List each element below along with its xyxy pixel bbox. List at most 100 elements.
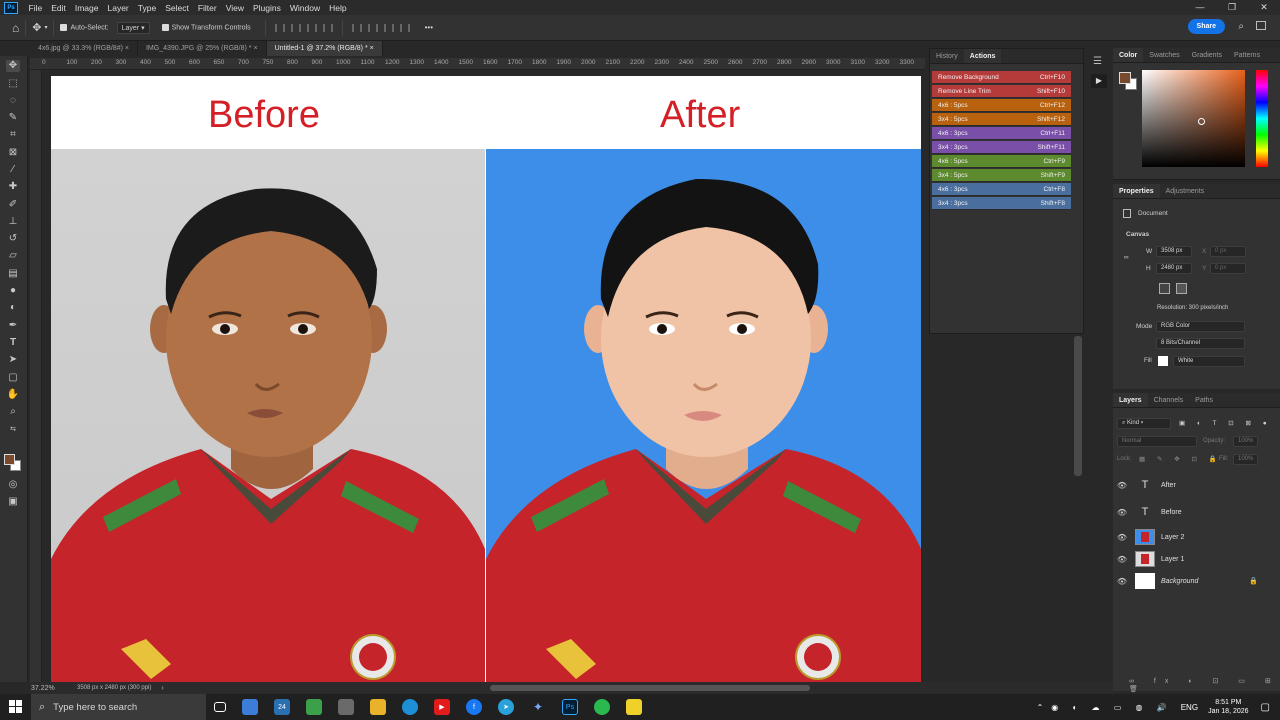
align-middle-icon[interactable] <box>367 23 378 32</box>
close-button[interactable]: ✕ <box>1248 0 1280 15</box>
minimize-button[interactable]: — <box>1184 0 1216 15</box>
windows-start-icon[interactable] <box>9 700 22 713</box>
weather-icon[interactable]: 24 <box>274 699 290 715</box>
photoshop-logo-icon[interactable]: Ps <box>4 1 18 14</box>
height-field[interactable]: 2480 px <box>1156 263 1192 274</box>
hand-tool-icon[interactable]: ✋ <box>6 389 20 401</box>
layer-row-after[interactable]: 👁 T After <box>1113 474 1280 496</box>
store-icon[interactable] <box>242 699 258 715</box>
tab-layers[interactable]: Layers <box>1113 393 1148 407</box>
telegram-icon[interactable]: ➤ <box>498 699 514 715</box>
history-brush-tool-icon[interactable]: ↺ <box>6 233 20 245</box>
zoom-tool-icon[interactable]: ⌕ <box>6 406 20 418</box>
search-icon[interactable]: ⌕ <box>1238 21 1244 32</box>
document-canvas[interactable]: Before After <box>51 76 921 682</box>
color-picker-cursor[interactable] <box>1198 118 1205 125</box>
menu-plugins[interactable]: Plugins <box>248 3 285 13</box>
sticky-notes-icon[interactable] <box>626 699 642 715</box>
app-green-icon[interactable] <box>306 699 322 715</box>
lock-icons[interactable]: ▦ ✎ ✥ ⊡ 🔒 <box>1139 455 1222 463</box>
home-icon[interactable]: ⌂ <box>12 21 19 35</box>
action-item[interactable]: Remove Background Ctrl+F10 <box>932 71 1071 84</box>
calculator-icon[interactable] <box>338 699 354 715</box>
align-top-icon[interactable] <box>351 23 362 32</box>
close-icon[interactable]: × <box>253 45 257 52</box>
action-item[interactable]: Remove Line Trim Shift+F10 <box>932 85 1071 98</box>
pen-tool-icon[interactable]: ✒ <box>6 320 20 332</box>
task-view-icon[interactable] <box>214 702 226 712</box>
tab-swatches[interactable]: Swatches <box>1143 48 1185 62</box>
app-phone-icon[interactable] <box>594 699 610 715</box>
visibility-eye-icon[interactable]: 👁 <box>1113 555 1131 564</box>
taskbar-search-input[interactable]: ⌕ Type here to search <box>31 694 206 720</box>
history-icon[interactable]: ☰ <box>1093 56 1102 67</box>
close-icon[interactable]: × <box>370 45 374 52</box>
menu-help[interactable]: Help <box>325 3 351 13</box>
link-icon[interactable]: ∞ <box>1124 254 1129 261</box>
fill-field[interactable]: 100% <box>1233 454 1258 465</box>
blend-mode-dropdown[interactable]: Normal <box>1117 436 1197 447</box>
canvas-scrollbar[interactable] <box>1074 336 1082 476</box>
align-center-icon[interactable] <box>290 23 301 32</box>
action-item[interactable]: 4x6 : 3pcs Ctrl+F11 <box>932 127 1071 140</box>
language-indicator[interactable]: ENG <box>1181 703 1198 712</box>
notification-icon[interactable]: ▢ <box>1261 702 1270 713</box>
tray-chevron-icon[interactable]: ⌃ <box>1037 703 1044 712</box>
menu-select[interactable]: Select <box>161 3 194 13</box>
play-icon[interactable]: ▶ <box>1091 74 1107 88</box>
layer-row-layer-2[interactable]: 👁 Layer 2 <box>1113 526 1280 548</box>
auto-select-checkbox[interactable]: Auto-Select: <box>60 23 109 31</box>
tab-actions[interactable]: Actions <box>963 49 1002 63</box>
menu-image[interactable]: Image <box>70 3 103 13</box>
menu-layer[interactable]: Layer <box>103 3 133 13</box>
align-left-icon[interactable] <box>274 23 285 32</box>
tray-icons[interactable]: ◉ ◐ ☁ ▭ ◍ 🔊 <box>1051 703 1172 712</box>
tab-channels[interactable]: Channels <box>1148 393 1190 407</box>
restore-button[interactable]: ❐ <box>1216 0 1248 15</box>
distribute-vertical-icon[interactable] <box>399 23 410 32</box>
tab-patterns[interactable]: Patterns <box>1228 48 1266 62</box>
quick-select-tool-icon[interactable]: ✎ <box>6 112 20 124</box>
color-fg-swatch[interactable] <box>1119 72 1131 84</box>
crop-tool-icon[interactable]: ⌗ <box>6 129 20 141</box>
facebook-icon[interactable]: f <box>466 699 482 715</box>
screen-mode-icon[interactable]: ▣ <box>6 496 20 508</box>
visibility-eye-icon[interactable]: 👁 <box>1113 577 1131 586</box>
workspace-icon[interactable] <box>1256 21 1266 30</box>
close-icon[interactable]: × <box>125 45 129 52</box>
eyedropper-tool-icon[interactable]: ⁄ <box>6 164 20 176</box>
visibility-eye-icon[interactable]: 👁 <box>1113 481 1131 490</box>
canvas-section-label[interactable]: Canvas <box>1126 231 1149 238</box>
tab-properties[interactable]: Properties <box>1113 184 1160 198</box>
hue-slider[interactable] <box>1256 70 1268 167</box>
menu-edit[interactable]: Edit <box>47 3 71 13</box>
horizontal-scrollbar[interactable] <box>490 685 810 691</box>
shape-tool-icon[interactable]: ▢ <box>6 372 20 384</box>
youtube-icon[interactable]: ▶ <box>434 699 450 715</box>
landscape-orientation-button[interactable] <box>1176 283 1187 294</box>
tab-adjustments[interactable]: Adjustments <box>1160 184 1211 198</box>
layer-row-background[interactable]: 👁 Background 🔒 <box>1113 570 1280 592</box>
gemini-icon[interactable]: ✦ <box>530 699 546 715</box>
y-field[interactable]: 0 px <box>1210 263 1246 274</box>
tab-img-4390[interactable]: IMG_4390.JPG @ 25% (RGB/8) * × <box>138 41 267 56</box>
action-item[interactable]: 3x4 : 5pcs Shift+F12 <box>932 113 1071 126</box>
menu-window[interactable]: Window <box>285 3 324 13</box>
tab-paths[interactable]: Paths <box>1189 393 1219 407</box>
show-transform-checkbox[interactable]: Show Transform Controls <box>161 23 251 31</box>
action-item[interactable]: 3x4 : 5pcs Shift+F9 <box>932 169 1071 182</box>
clock[interactable]: 8:51 PM Jan 18, 2026 <box>1208 698 1248 716</box>
more-options-button[interactable]: ••• <box>425 23 433 32</box>
tab-color[interactable]: Color <box>1113 48 1144 62</box>
marquee-tool-icon[interactable]: ⬚ <box>6 78 20 90</box>
layer-filter-icons[interactable]: ▣ ◐ T ⊡ ⊠ ● <box>1179 419 1272 427</box>
auto-select-dropdown[interactable]: Layer ▾ <box>116 21 150 34</box>
portrait-orientation-button[interactable] <box>1159 283 1170 294</box>
action-item[interactable]: 4x6 : 5pcs Ctrl+F12 <box>932 99 1071 112</box>
zoom-level[interactable]: 37.22% <box>31 685 71 692</box>
layer-filter-dropdown[interactable]: ⌕ Kind ▾ <box>1117 418 1171 429</box>
frame-tool-icon[interactable]: ⊠ <box>6 147 20 159</box>
action-item[interactable]: 3x4 : 3pcs Shift+F8 <box>932 197 1071 210</box>
width-field[interactable]: 3508 px <box>1156 246 1192 257</box>
visibility-eye-icon[interactable]: 👁 <box>1113 533 1131 542</box>
